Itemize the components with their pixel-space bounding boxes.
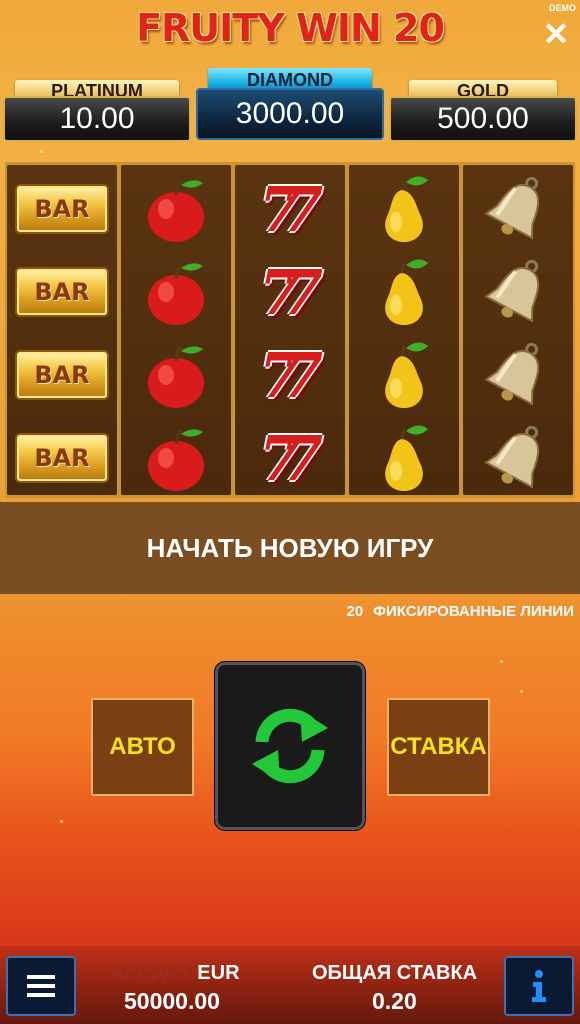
seven-symbol: 77 — [235, 168, 345, 250]
reel-4 — [349, 165, 459, 495]
close-icon[interactable]: ✕ — [542, 18, 570, 50]
seven-label: 77 — [258, 421, 323, 495]
bell-icon — [463, 417, 573, 499]
bar-symbol: BAR — [7, 251, 117, 333]
apple-icon — [121, 334, 231, 416]
pear-icon — [349, 417, 459, 499]
total-bet-label: ОБЩАЯ СТАВКА — [312, 962, 478, 984]
bell-icon — [463, 168, 573, 250]
info-button[interactable] — [504, 956, 574, 1016]
bar-label: BAR — [34, 361, 90, 389]
jackpot-platinum: PLATINUM 10.00 — [3, 80, 191, 144]
paylines-label: ФИКСИРОВАННЫЕ ЛИНИИ — [373, 603, 574, 620]
reels-area: BAR BAR BAR BAR 77 77 77 77 — [5, 162, 575, 498]
credit-label: КРЕДИТ EUR — [112, 962, 240, 985]
credit-text: КРЕДИТ — [112, 962, 192, 984]
demo-badge: DEMO — [549, 3, 576, 13]
bar-label: BAR — [34, 195, 90, 223]
bell-icon — [463, 334, 573, 416]
game-logo: FRUITY WIN 20 — [136, 6, 445, 50]
spin-button[interactable] — [215, 662, 365, 830]
bet-button[interactable]: СТАВКА — [387, 698, 490, 796]
jackpot-gold: GOLD 500.00 — [389, 80, 577, 144]
sparkle — [500, 660, 503, 663]
jackpot-value: 500.00 — [389, 96, 577, 142]
footer-bar — [0, 946, 580, 1024]
menu-button[interactable] — [6, 956, 76, 1016]
refresh-icon — [252, 708, 328, 784]
pear-icon — [349, 251, 459, 333]
bar-label: BAR — [34, 278, 90, 306]
reel-2 — [121, 165, 231, 495]
apple-icon — [121, 168, 231, 250]
credit-value: 50000.00 — [124, 988, 220, 1014]
bell-icon — [463, 251, 573, 333]
bar-label: BAR — [34, 444, 90, 472]
reel-1: BAR BAR BAR BAR — [7, 165, 117, 495]
seven-label: 77 — [258, 255, 323, 329]
seven-label: 77 — [258, 172, 323, 246]
seven-symbol: 77 — [235, 334, 345, 416]
auto-button[interactable]: АВТО — [91, 698, 194, 796]
jackpot-value: 3000.00 — [196, 88, 384, 140]
seven-symbol: 77 — [235, 251, 345, 333]
seven-label: 77 — [258, 338, 323, 412]
paylines-info: 20 ФИКСИРОВАННЫЕ ЛИНИИ — [347, 603, 574, 620]
start-new-game-message[interactable]: НАЧАТЬ НОВУЮ ИГРУ — [0, 502, 580, 594]
pear-icon — [349, 334, 459, 416]
paylines-count: 20 — [346, 603, 364, 620]
reel-5 — [463, 165, 573, 495]
jackpot-value: 10.00 — [3, 96, 191, 142]
bar-symbol: BAR — [7, 417, 117, 499]
apple-icon — [121, 417, 231, 499]
bar-symbol: BAR — [7, 168, 117, 250]
currency-label: EUR — [197, 962, 240, 984]
menu-icon — [27, 975, 55, 997]
seven-symbol: 77 — [235, 417, 345, 499]
apple-icon — [121, 251, 231, 333]
sparkle — [40, 150, 43, 153]
bar-symbol: BAR — [7, 334, 117, 416]
reel-3: 77 77 77 77 — [235, 165, 345, 495]
sparkle — [520, 690, 523, 693]
info-icon — [532, 970, 546, 1002]
sparkle — [60, 820, 63, 823]
total-bet-value: 0.20 — [372, 988, 417, 1014]
pear-icon — [349, 168, 459, 250]
jackpot-diamond: DIAMOND 3000.00 — [196, 68, 384, 144]
